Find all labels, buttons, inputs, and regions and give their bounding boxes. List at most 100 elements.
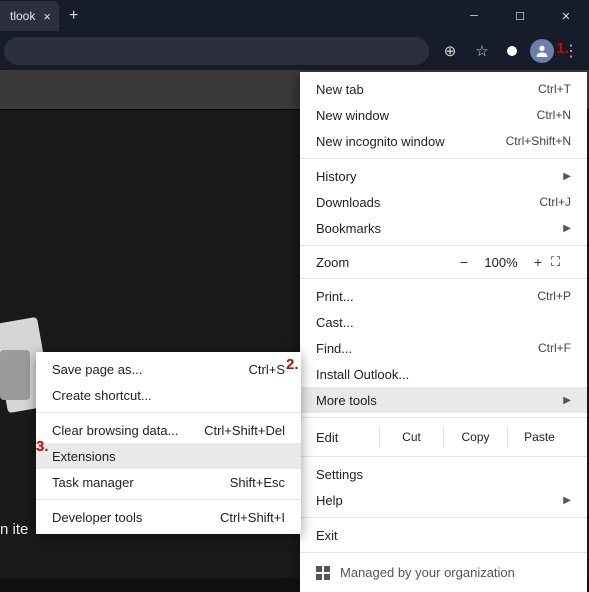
menu-item-new-tab[interactable]: New tab Ctrl+T <box>300 76 587 102</box>
annotation-3: 3. <box>36 438 49 455</box>
menu-separator <box>300 417 587 418</box>
menu-label: Clear browsing data... <box>52 423 178 438</box>
menu-label: Print... <box>316 289 537 304</box>
submenu-item-clear-browsing-data[interactable]: Clear browsing data... Ctrl+Shift+Del <box>36 417 301 443</box>
menu-separator <box>300 245 587 246</box>
cut-button[interactable]: Cut <box>379 427 443 447</box>
tab-strip: tlook × + <box>0 0 78 32</box>
submenu-item-extensions[interactable]: Extensions <box>36 443 301 469</box>
menu-shortcut: Ctrl+Shift+N <box>506 134 571 148</box>
extension-indicator-icon[interactable] <box>507 46 517 56</box>
organization-icon <box>316 566 330 580</box>
chrome-menu: New tab Ctrl+T New window Ctrl+N New inc… <box>300 72 587 592</box>
browser-toolbar: ⊕ ☆ ⋮ <box>0 32 589 70</box>
zoom-out-button[interactable]: − <box>451 254 477 270</box>
window-titlebar: tlook × + ─ ☐ ✕ <box>0 0 589 32</box>
menu-label: Task manager <box>52 475 134 490</box>
menu-item-more-tools[interactable]: More tools ▶ <box>300 387 587 413</box>
menu-label: Bookmarks <box>316 221 563 236</box>
menu-label: More tools <box>316 393 563 408</box>
menu-label: Save page as... <box>52 362 142 377</box>
menu-shortcut: Ctrl+T <box>538 82 571 96</box>
menu-item-new-window[interactable]: New window Ctrl+N <box>300 102 587 128</box>
menu-item-zoom: Zoom − 100% + ⛶ <box>300 250 587 274</box>
close-window-button[interactable]: ✕ <box>543 0 589 32</box>
fullscreen-icon[interactable]: ⛶ <box>551 254 571 270</box>
maximize-button[interactable]: ☐ <box>497 0 543 32</box>
menu-label: Settings <box>316 467 571 482</box>
menu-shortcut: Ctrl+P <box>537 289 571 303</box>
menu-label: Create shortcut... <box>52 388 152 403</box>
browser-tab[interactable]: tlook × <box>0 1 59 31</box>
menu-item-help[interactable]: Help ▶ <box>300 487 587 513</box>
bookmark-star-icon[interactable]: ☆ <box>467 36 497 66</box>
zoom-in-button[interactable]: + <box>525 254 551 270</box>
submenu-item-task-manager[interactable]: Task manager Shift+Esc <box>36 469 301 495</box>
submenu-arrow-icon: ▶ <box>563 395 571 406</box>
submenu-arrow-icon: ▶ <box>563 171 571 182</box>
more-tools-submenu: Save page as... Ctrl+S Create shortcut..… <box>36 352 301 534</box>
menu-separator <box>300 158 587 159</box>
partial-content-text: n ite <box>0 521 28 538</box>
menu-shortcut: Ctrl+N <box>537 108 571 122</box>
window-controls: ─ ☐ ✕ <box>451 0 589 32</box>
submenu-arrow-icon: ▶ <box>563 223 571 234</box>
menu-item-managed[interactable]: Managed by your organization <box>300 557 587 588</box>
menu-label: Downloads <box>316 195 539 210</box>
menu-label: New window <box>316 108 537 123</box>
menu-separator <box>300 456 587 457</box>
close-tab-icon[interactable]: × <box>43 9 51 24</box>
menu-item-install-app[interactable]: Install Outlook... <box>300 361 587 387</box>
menu-item-cast[interactable]: Cast... <box>300 309 587 335</box>
illustration-folder-icon <box>0 350 30 400</box>
menu-separator <box>300 517 587 518</box>
submenu-item-save-page[interactable]: Save page as... Ctrl+S <box>36 356 301 382</box>
menu-label: Developer tools <box>52 510 142 525</box>
menu-label: Find... <box>316 341 538 356</box>
menu-item-print[interactable]: Print... Ctrl+P <box>300 283 587 309</box>
menu-label: Cast... <box>316 315 571 330</box>
tab-title: tlook <box>10 9 35 23</box>
copy-button[interactable]: Copy <box>443 427 507 447</box>
menu-label: Extensions <box>52 449 116 464</box>
menu-shortcut: Ctrl+Shift+I <box>220 510 285 525</box>
menu-shortcut: Shift+Esc <box>230 475 285 490</box>
menu-item-settings[interactable]: Settings <box>300 461 587 487</box>
menu-separator <box>300 278 587 279</box>
menu-item-new-incognito[interactable]: New incognito window Ctrl+Shift+N <box>300 128 587 154</box>
annotation-1: 1. <box>556 40 569 57</box>
zoom-value: 100% <box>477 255 525 270</box>
menu-item-downloads[interactable]: Downloads Ctrl+J <box>300 189 587 215</box>
menu-shortcut: Ctrl+F <box>538 341 571 355</box>
menu-shortcut: Ctrl+J <box>539 195 571 209</box>
menu-label: History <box>316 169 563 184</box>
menu-item-edit: Edit Cut Copy Paste <box>300 422 587 452</box>
submenu-item-developer-tools[interactable]: Developer tools Ctrl+Shift+I <box>36 504 301 530</box>
menu-label: Install Outlook... <box>316 367 571 382</box>
submenu-item-create-shortcut[interactable]: Create shortcut... <box>36 382 301 408</box>
profile-button[interactable] <box>527 36 557 66</box>
new-tab-button[interactable]: + <box>69 7 78 25</box>
profile-avatar-icon <box>530 39 554 63</box>
paste-button[interactable]: Paste <box>507 427 571 447</box>
menu-item-find[interactable]: Find... Ctrl+F <box>300 335 587 361</box>
menu-shortcut: Ctrl+S <box>249 362 285 377</box>
address-bar[interactable] <box>4 37 429 65</box>
submenu-arrow-icon: ▶ <box>563 495 571 506</box>
menu-separator <box>36 412 301 413</box>
menu-label: New tab <box>316 82 538 97</box>
menu-label: New incognito window <box>316 134 506 149</box>
menu-label: Exit <box>316 528 571 543</box>
menu-shortcut: Ctrl+Shift+Del <box>204 423 285 438</box>
menu-item-bookmarks[interactable]: Bookmarks ▶ <box>300 215 587 241</box>
menu-label: Zoom <box>316 255 451 270</box>
menu-separator <box>36 499 301 500</box>
menu-separator <box>300 552 587 553</box>
menu-label: Edit <box>316 430 379 445</box>
extensions-icon[interactable]: ⊕ <box>435 36 465 66</box>
menu-item-history[interactable]: History ▶ <box>300 163 587 189</box>
menu-label: Help <box>316 493 563 508</box>
annotation-2: 2. <box>286 356 299 373</box>
minimize-button[interactable]: ─ <box>451 0 497 32</box>
menu-item-exit[interactable]: Exit <box>300 522 587 548</box>
